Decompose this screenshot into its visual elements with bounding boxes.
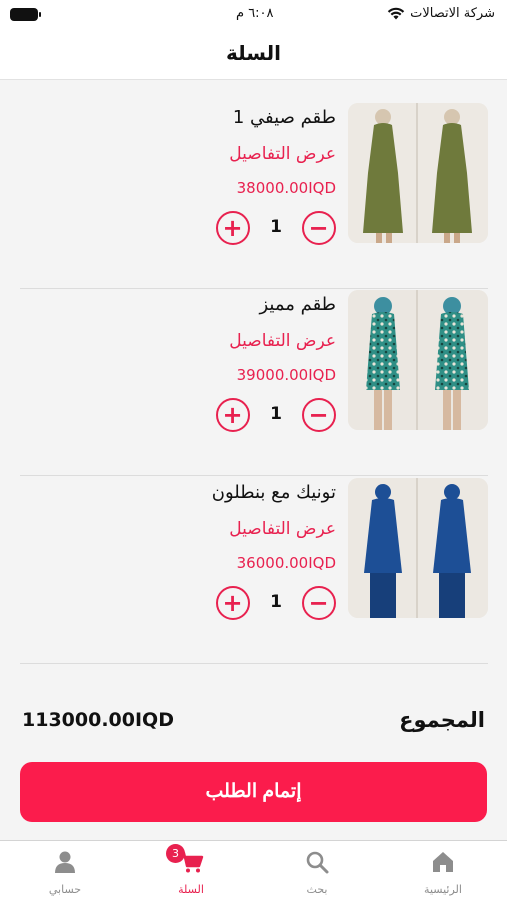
view-details-link[interactable]: عرض التفاصيل bbox=[36, 328, 336, 354]
product-price: 38000.00IQD bbox=[236, 179, 336, 197]
quantity-value: 1 bbox=[270, 217, 282, 237]
item-info: طقم مميز عرض التفاصيل 39000.00IQD bbox=[36, 290, 336, 386]
tab-search-label: بحث bbox=[306, 883, 328, 896]
increase-quantity-button[interactable]: + bbox=[216, 398, 250, 432]
green-dress-photo bbox=[348, 103, 488, 243]
decrease-quantity-button[interactable]: − bbox=[302, 586, 336, 620]
tab-account-label: حسابي bbox=[48, 883, 82, 896]
carrier-name: شركة الاتصالات bbox=[410, 6, 495, 21]
tab-home-label: الرئيسية bbox=[424, 883, 462, 896]
cart-count-badge: 3 bbox=[166, 844, 185, 863]
page-title: السلة bbox=[225, 41, 281, 65]
product-name[interactable]: طقم صيفي 1 bbox=[36, 105, 336, 131]
quantity-stepper: + 1 − bbox=[216, 586, 336, 620]
view-details-link[interactable]: عرض التفاصيل bbox=[36, 141, 336, 167]
product-price: 39000.00IQD bbox=[236, 366, 336, 384]
tab-cart-label: السلة bbox=[178, 883, 204, 896]
product-price: 36000.00IQD bbox=[236, 554, 336, 572]
quantity-stepper: + 1 − bbox=[216, 398, 336, 432]
blue-tunic-photo bbox=[348, 478, 488, 618]
increase-quantity-button[interactable]: + bbox=[216, 211, 250, 245]
item-info: طقم صيفي 1 عرض التفاصيل 38000.00IQD bbox=[36, 103, 336, 199]
tab-bar: الرئيسية بحث 3 السلة حسابي bbox=[0, 840, 507, 900]
carrier: شركة الاتصالات bbox=[387, 6, 495, 21]
tab-cart[interactable]: 3 السلة bbox=[128, 841, 254, 900]
cart-item: طقم مميز عرض التفاصيل 39000.00IQD + 1 − bbox=[20, 290, 488, 476]
minus-icon: − bbox=[308, 400, 329, 429]
teal-pattern-dress-photo bbox=[348, 290, 488, 430]
quantity-stepper: + 1 − bbox=[216, 211, 336, 245]
checkout-button[interactable]: إتمام الطلب bbox=[20, 762, 487, 822]
total-label: المجموع bbox=[399, 708, 485, 732]
tab-account[interactable]: حسابي bbox=[2, 841, 128, 900]
tab-home[interactable]: الرئيسية bbox=[380, 841, 506, 900]
product-image[interactable] bbox=[348, 478, 488, 618]
battery-icon bbox=[10, 8, 41, 21]
product-name[interactable]: تونيك مع بنطلون bbox=[36, 480, 336, 506]
decrease-quantity-button[interactable]: − bbox=[302, 211, 336, 245]
status-bar: شركة الاتصالات ٦:٠٨ م bbox=[0, 0, 507, 30]
quantity-value: 1 bbox=[270, 592, 282, 612]
search-icon bbox=[304, 849, 330, 875]
product-name[interactable]: طقم مميز bbox=[36, 292, 336, 318]
product-image[interactable] bbox=[348, 103, 488, 243]
item-info: تونيك مع بنطلون عرض التفاصيل 36000.00IQD bbox=[36, 478, 336, 574]
view-details-link[interactable]: عرض التفاصيل bbox=[36, 516, 336, 542]
minus-icon: − bbox=[308, 588, 329, 617]
increase-quantity-button[interactable]: + bbox=[216, 586, 250, 620]
header: السلة bbox=[0, 30, 507, 80]
cart-icon: 3 bbox=[166, 844, 204, 875]
cart-item: طقم صيفي 1 عرض التفاصيل 38000.00IQD + 1 … bbox=[20, 103, 488, 289]
cart-item: تونيك مع بنطلون عرض التفاصيل 36000.00IQD… bbox=[20, 478, 488, 664]
product-image[interactable] bbox=[348, 290, 488, 430]
plus-icon: + bbox=[222, 213, 243, 242]
tab-search[interactable]: بحث bbox=[254, 841, 380, 900]
plus-icon: + bbox=[222, 588, 243, 617]
user-icon bbox=[52, 849, 78, 875]
wifi-icon bbox=[387, 7, 405, 20]
decrease-quantity-button[interactable]: − bbox=[302, 398, 336, 432]
plus-icon: + bbox=[222, 400, 243, 429]
minus-icon: − bbox=[308, 213, 329, 242]
home-icon bbox=[430, 849, 456, 875]
total-value: 113000.00IQD bbox=[22, 709, 174, 731]
clock: ٦:٠٨ م bbox=[236, 6, 274, 21]
quantity-value: 1 bbox=[270, 404, 282, 424]
